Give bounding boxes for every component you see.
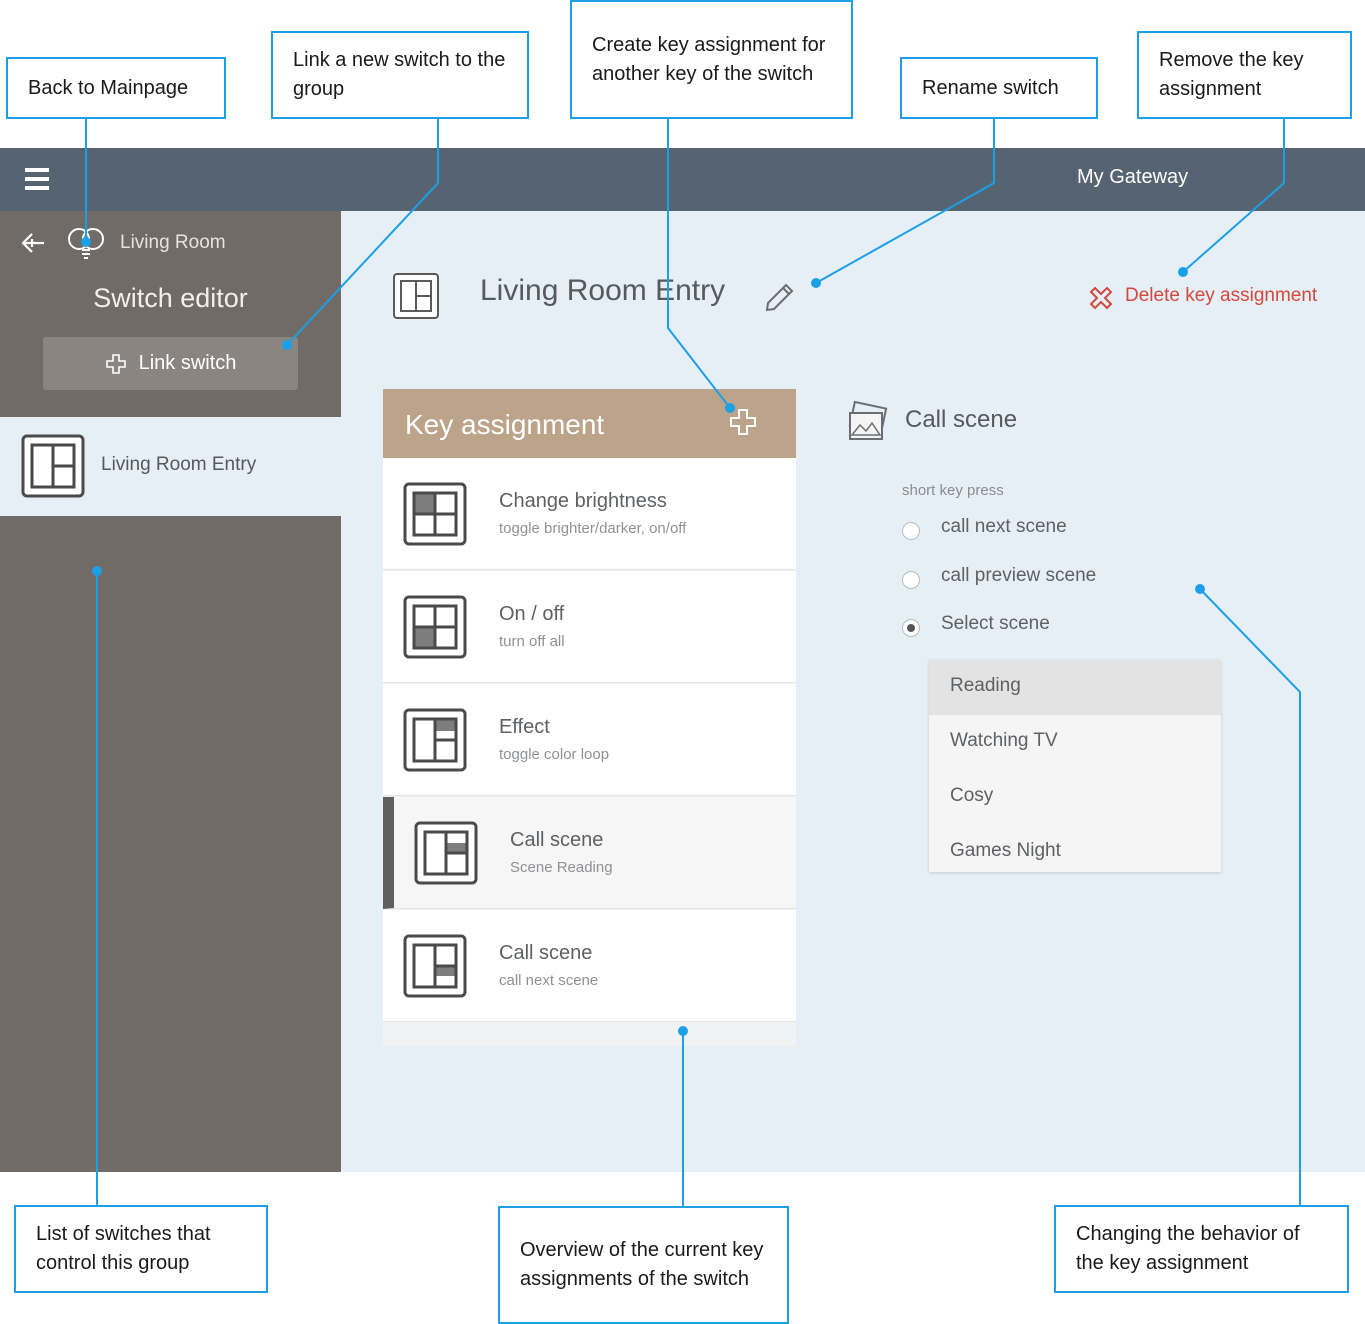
callout-rename-switch: Rename switch bbox=[900, 57, 1098, 119]
callout-create-key-assignment: Create key assignment for another key of… bbox=[570, 0, 853, 119]
callout-list-of-switches: List of switches that control this group bbox=[14, 1205, 268, 1293]
callout-connectors bbox=[81, 118, 1301, 1207]
callout-remove-key-assignment: Remove the key assignment bbox=[1137, 31, 1352, 119]
callout-overview-key-assignments: Overview of the current key assignments … bbox=[498, 1206, 789, 1324]
callout-link-new-switch: Link a new switch to the group bbox=[271, 31, 529, 119]
callout-changing-behavior: Changing the behavior of the key assignm… bbox=[1054, 1205, 1349, 1293]
callout-back-to-mainpage: Back to Mainpage bbox=[6, 57, 226, 119]
